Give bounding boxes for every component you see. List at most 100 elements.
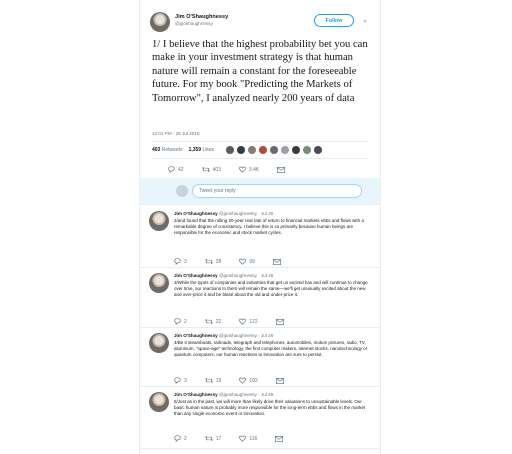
tweet-thread-card: Jim O'Shaughnessy @jposhaughnessy Follow…	[139, 0, 381, 454]
reply-icon	[168, 166, 175, 173]
tweet-actions: 2 17 116	[174, 435, 284, 442]
envelope-icon	[277, 166, 286, 173]
avatar[interactable]	[149, 211, 169, 231]
tweet-date[interactable]: Jul 26	[261, 211, 273, 216]
envelope-icon	[275, 377, 284, 384]
avatar[interactable]	[281, 146, 290, 154]
reply-input[interactable]: Tweet your reply	[192, 184, 362, 198]
tweet-header: Jim O'Shaughnessy @jposhaughnessy · Jul …	[174, 273, 274, 278]
reply-icon	[174, 377, 181, 384]
like-count: 122	[249, 318, 258, 325]
tweet-date[interactable]: Jul 26	[261, 333, 273, 338]
thread-tweet[interactable]: Jim O'Shaughnessy @jposhaughnessy · Jul …	[140, 386, 380, 449]
avatar[interactable]	[303, 146, 312, 154]
likes-label: Likes	[202, 147, 215, 153]
likes-count: 1,359	[188, 147, 202, 153]
avatar[interactable]	[248, 146, 257, 154]
heart-icon	[239, 258, 247, 265]
author-name[interactable]: Jim O'Shaughnessy	[174, 392, 218, 397]
tweet-text: 4/Be it steamboats, railroads, telegraph…	[174, 340, 368, 357]
retweets-count: 403	[152, 147, 161, 153]
retweet-icon	[204, 258, 213, 265]
retweet-button[interactable]: 19	[204, 377, 221, 384]
like-button[interactable]: 116	[239, 435, 257, 442]
retweet-button[interactable]: 403	[201, 166, 221, 173]
reply-button[interactable]: 3	[174, 377, 187, 384]
retweet-button[interactable]: 28	[204, 258, 221, 265]
like-button[interactable]: 99	[239, 258, 255, 265]
tweet-text: 3/While the types of companies and indus…	[174, 280, 368, 297]
tweet-date[interactable]: Jul 26	[261, 273, 273, 278]
reply-composer: Tweet your reply	[140, 178, 380, 205]
tweet-actions: 2 22 122	[174, 318, 284, 325]
like-button[interactable]: 102	[239, 377, 258, 384]
reply-button[interactable]: 2	[174, 318, 187, 325]
tweet-actions: 3 19 102	[174, 377, 284, 384]
reply-count: 3	[184, 377, 187, 384]
avatar[interactable]	[237, 146, 246, 154]
thread-tweet[interactable]: Jim O'Shaughnessy @jposhaughnessy · Jul …	[140, 327, 380, 387]
direct-message-button[interactable]	[272, 258, 281, 265]
retweet-count: 403	[212, 166, 221, 173]
like-button[interactable]: 3.4K	[238, 166, 260, 173]
direct-message-button[interactable]	[275, 377, 284, 384]
heart-icon	[239, 377, 247, 384]
heart-icon	[238, 166, 246, 173]
author-handle[interactable]: @jposhaughnessy	[219, 211, 257, 216]
avatar[interactable]	[150, 12, 170, 32]
retweet-count: 17	[215, 435, 222, 442]
retweets-stat[interactable]: 403 Retweets	[152, 147, 183, 153]
avatar[interactable]	[149, 333, 169, 353]
reply-icon	[174, 258, 181, 265]
author-name[interactable]: Jim O'Shaughnessy	[174, 333, 218, 338]
envelope-icon	[275, 318, 284, 325]
author-handle[interactable]: @jposhaughnessy	[219, 273, 257, 278]
tweet-actions: 3 28 99	[174, 258, 281, 265]
envelope-icon	[275, 435, 284, 442]
like-button[interactable]: 122	[239, 318, 258, 325]
author-name[interactable]: Jim O'Shaughnessy	[175, 14, 228, 20]
avatar[interactable]	[270, 146, 279, 154]
tweet-header: Jim O'Shaughnessy @jposhaughnessy · Jul …	[174, 392, 274, 397]
retweet-icon	[204, 318, 213, 325]
tweet-timestamp[interactable]: 12:01 PM - 26 Jul 2018	[152, 131, 200, 136]
author-handle[interactable]: @jposhaughnessy	[175, 21, 213, 26]
envelope-icon	[272, 258, 281, 265]
likes-stat[interactable]: 1,359 Likes	[189, 147, 215, 153]
like-count: 3.4K	[248, 166, 260, 173]
like-count: 102	[249, 377, 258, 384]
avatar[interactable]	[149, 392, 169, 412]
avatar[interactable]	[314, 146, 323, 154]
reply-button[interactable]: 2	[174, 435, 187, 442]
tweet-header: Jim O'Shaughnessy @jposhaughnessy · Jul …	[174, 211, 274, 216]
heart-icon	[239, 435, 247, 442]
like-count: 116	[249, 435, 258, 442]
thread-tweet[interactable]: Jim O'Shaughnessy @jposhaughnessy · Jul …	[140, 267, 380, 328]
chevron-down-icon[interactable]: ⌄	[362, 16, 368, 24]
retweet-button[interactable]: 22	[204, 318, 222, 325]
avatar[interactable]	[292, 146, 301, 154]
author-name[interactable]: Jim O'Shaughnessy	[174, 211, 218, 216]
follow-button[interactable]: Follow	[314, 14, 354, 27]
author-name[interactable]: Jim O'Shaughnessy	[174, 273, 218, 278]
author-handle[interactable]: @jposhaughnessy	[219, 392, 257, 397]
author-handle[interactable]: @jposhaughnessy	[219, 333, 257, 338]
reply-button[interactable]: 3	[174, 258, 187, 265]
reply-button[interactable]: 42	[168, 166, 184, 173]
reply-icon	[174, 435, 181, 442]
avatar[interactable]	[149, 273, 169, 293]
retweet-button[interactable]: 17	[204, 435, 222, 442]
heart-icon	[239, 318, 247, 325]
direct-message-button[interactable]	[277, 166, 286, 173]
avatar[interactable]	[226, 146, 235, 154]
retweet-count: 22	[215, 318, 222, 325]
liker-avatars	[226, 146, 323, 154]
reply-icon	[174, 318, 181, 325]
reply-count: 42	[178, 166, 184, 173]
thread-tweet[interactable]: Jim O'Shaughnessy @jposhaughnessy · Jul …	[140, 205, 380, 268]
avatar	[176, 185, 188, 197]
direct-message-button[interactable]	[275, 318, 284, 325]
direct-message-button[interactable]	[275, 435, 284, 442]
avatar[interactable]	[259, 146, 268, 154]
tweet-date[interactable]: Jul 26	[261, 392, 273, 397]
